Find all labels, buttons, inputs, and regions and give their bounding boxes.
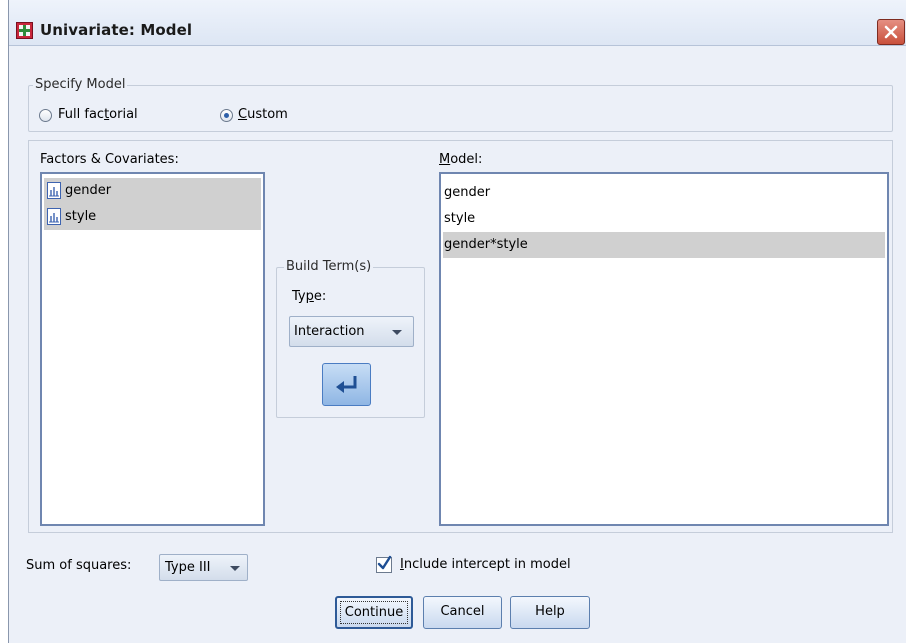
close-icon [884, 25, 898, 39]
specify-model-legend: Specify Model [33, 77, 128, 92]
dialog-window: Univariate: Model Specify Model Full fac… [8, 0, 906, 643]
build-terms-legend: Build Term(s) [284, 259, 374, 274]
factors-covariates-label: Factors & Covariates: [40, 152, 179, 167]
factors-covariates-list[interactable]: gender style [40, 172, 265, 526]
model-term-item-selected[interactable]: gender*style [443, 232, 885, 258]
factor-item-style[interactable]: style [44, 204, 261, 230]
window-title: Univariate: Model [40, 21, 193, 39]
cancel-button[interactable]: Cancel [423, 596, 502, 629]
sum-of-squares-value: Type III [165, 560, 211, 575]
sum-of-squares-dropdown[interactable]: Type III [159, 554, 248, 581]
spss-app-icon [16, 22, 33, 39]
factor-item-label: gender [65, 183, 112, 198]
model-term-item[interactable]: style [443, 206, 885, 232]
model-term-label: style [444, 211, 476, 226]
full-factorial-label[interactable]: Full factorial [58, 107, 138, 122]
specify-model-group [28, 85, 893, 132]
sum-of-squares-label: Sum of squares: [26, 558, 132, 573]
full-factorial-radio[interactable] [39, 109, 52, 122]
model-label: Model: [439, 152, 483, 167]
term-type-value: Interaction [294, 324, 365, 339]
model-term-label: gender*style [444, 237, 528, 252]
return-arrow-icon [336, 376, 357, 393]
close-button[interactable] [877, 19, 905, 45]
custom-label[interactable]: Custom [238, 107, 288, 122]
chevron-down-icon [392, 330, 402, 335]
term-type-dropdown[interactable]: Interaction [289, 316, 414, 347]
model-terms-list[interactable]: gender style gender*style [439, 172, 889, 526]
title-bar: Univariate: Model [9, 0, 906, 46]
model-term-item[interactable]: gender [443, 180, 885, 206]
nominal-variable-icon [47, 208, 61, 225]
custom-radio[interactable] [220, 109, 233, 122]
model-term-label: gender [444, 185, 491, 200]
nominal-variable-icon [47, 182, 61, 199]
checkmark-icon [377, 555, 392, 570]
chevron-down-icon [230, 566, 240, 571]
factor-item-gender[interactable]: gender [44, 178, 261, 204]
help-button[interactable]: Help [510, 596, 590, 629]
continue-button[interactable]: Continue [335, 596, 413, 629]
factor-item-label: style [65, 209, 97, 224]
include-intercept-label[interactable]: Include intercept in model [400, 557, 571, 572]
include-intercept-checkbox[interactable] [376, 555, 392, 573]
add-term-arrow-button[interactable] [322, 363, 371, 406]
type-label: Type: [292, 289, 327, 304]
